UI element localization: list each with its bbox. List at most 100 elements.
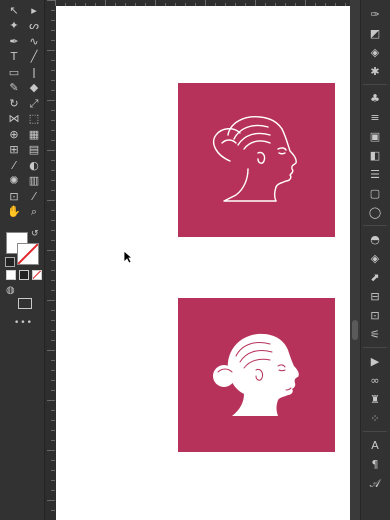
panel-separator <box>363 84 387 85</box>
perspective-grid-tool[interactable]: ▦ <box>26 126 42 142</box>
shape-builder-tool[interactable]: ⊕ <box>6 126 22 142</box>
ruler-tick <box>51 60 55 61</box>
ruler-tick <box>51 20 55 21</box>
eraser-tool[interactable]: ◆ <box>26 80 42 96</box>
stroke-swatch[interactable] <box>17 243 39 265</box>
ruler-tick <box>51 510 55 511</box>
ruler-tick <box>51 410 55 411</box>
ruler-tick <box>51 240 55 241</box>
gradient-tool[interactable]: ▤ <box>26 142 42 158</box>
appearance-icon[interactable]: ◓ <box>367 231 383 247</box>
hand-tool[interactable]: ✋ <box>6 204 22 220</box>
ruler-tick <box>47 250 55 251</box>
ruler-tick <box>51 360 55 361</box>
ruler-tick <box>51 370 55 371</box>
swap-fill-stroke-icon[interactable]: ↺ <box>31 229 39 239</box>
more-tools-button[interactable]: ••• <box>14 318 33 328</box>
shirt-icon[interactable]: ♜ <box>367 391 383 407</box>
draw-mode-icon[interactable]: ◍ <box>6 285 15 296</box>
brushes-icon[interactable]: ✱ <box>367 63 383 79</box>
ruler-tick <box>47 100 55 101</box>
shaper-tool[interactable]: ✎ <box>6 80 22 96</box>
slice-tool[interactable]: ⁄ <box>26 188 42 204</box>
ruler-tick <box>51 490 55 491</box>
eyedropper-tool[interactable]: ⁄ <box>6 157 22 173</box>
link-chain-icon[interactable]: ∞ <box>367 372 383 388</box>
ruler-tick <box>51 170 55 171</box>
lasso-tool[interactable]: ᔕ <box>26 18 42 34</box>
ruler-tick <box>51 310 55 311</box>
pen-tool[interactable]: ✒ <box>6 33 22 49</box>
artboard-tool[interactable]: ⊡ <box>6 188 22 204</box>
free-transform-tool[interactable]: ⬚ <box>26 111 42 127</box>
ruler-tick <box>47 500 55 501</box>
opentype-icon[interactable]: 𝒜 <box>367 475 383 491</box>
magic-wand-tool[interactable]: ✦ <box>6 18 22 34</box>
scale-tool[interactable]: ⤢ <box>26 95 42 111</box>
layers-icon[interactable]: ◈ <box>367 250 383 266</box>
scrollbar-thumb[interactable] <box>352 320 358 340</box>
symbols-icon[interactable]: ♣ <box>367 90 383 106</box>
zoom-tool[interactable]: ⌕ <box>26 204 42 220</box>
adjust-icon[interactable]: ⚟ <box>367 326 383 342</box>
symbol-sprayer-tool[interactable]: ✺ <box>6 173 22 189</box>
actions-icon[interactable]: ▶ <box>367 353 383 369</box>
character-icon[interactable]: A <box>367 437 383 453</box>
rotate-tool[interactable]: ↻ <box>6 95 22 111</box>
ruler-tick <box>51 460 55 461</box>
ruler-tick <box>51 290 55 291</box>
transparency-icon[interactable]: ◯ <box>367 204 383 220</box>
artboard-solid-portrait[interactable] <box>178 298 335 452</box>
ruler-tick <box>51 380 55 381</box>
rectangle-tool[interactable]: ▭ <box>6 64 22 80</box>
mesh-tool[interactable]: ⊞ <box>6 142 22 158</box>
curvature-tool[interactable]: ∿ <box>26 33 42 49</box>
artboards-icon[interactable]: ⊟ <box>367 288 383 304</box>
ruler-tick <box>47 450 55 451</box>
ruler-tick <box>51 30 55 31</box>
pathfinder-icon[interactable]: ◧ <box>367 147 383 163</box>
libraries-icon[interactable]: ◩ <box>367 25 383 41</box>
mouse-cursor-icon <box>123 250 133 264</box>
paintbrush-tool[interactable]: ǀ <box>26 64 42 80</box>
vertical-scrollbar[interactable] <box>350 0 360 520</box>
width-tool[interactable]: ⋈ <box>6 111 22 127</box>
gradient-panel-icon[interactable]: ▢ <box>367 185 383 201</box>
ruler-tick <box>51 470 55 471</box>
ruler-tick <box>51 120 55 121</box>
direct-selection-tool[interactable]: ▸ <box>26 2 42 18</box>
ruler-tick <box>51 90 55 91</box>
none-mode-icon[interactable] <box>32 270 42 280</box>
ruler-tick <box>51 80 55 81</box>
grid-dots-icon[interactable]: ⁘ <box>367 410 383 426</box>
column-graph-tool[interactable]: ▥ <box>26 173 42 189</box>
ruler-tick <box>51 10 55 11</box>
default-colors-icon[interactable] <box>5 257 15 267</box>
stroke-icon[interactable]: ☰ <box>367 166 383 182</box>
ruler-tick <box>47 300 55 301</box>
screen-mode-icon[interactable] <box>18 298 32 309</box>
links-icon[interactable]: ⊡ <box>367 307 383 323</box>
selection-tool[interactable]: ↖ <box>6 2 22 18</box>
paragraph-icon[interactable]: ¶ <box>367 456 383 472</box>
swatches-icon[interactable]: ◈ <box>367 44 383 60</box>
ruler-tick <box>51 320 55 321</box>
transform-icon[interactable]: ▣ <box>367 128 383 144</box>
panel-separator <box>363 225 387 226</box>
color-mode-icon[interactable] <box>6 270 16 280</box>
ruler-tick <box>51 260 55 261</box>
ruler-tick <box>51 110 55 111</box>
align-icon[interactable]: ≡ <box>367 109 383 125</box>
line-tool[interactable]: ╱ <box>26 49 42 65</box>
ruler-tick <box>47 350 55 351</box>
ruler-tick <box>51 480 55 481</box>
artboard-line-portrait[interactable] <box>178 83 335 237</box>
line-portrait-illustration <box>212 116 297 202</box>
export-icon[interactable]: ⬈ <box>367 269 383 285</box>
properties-icon[interactable]: ✑ <box>367 6 383 22</box>
gradient-mode-icon[interactable] <box>19 270 29 280</box>
ruler-tick <box>51 70 55 71</box>
solid-portrait-illustration <box>213 333 299 416</box>
type-tool[interactable]: T <box>6 49 22 65</box>
blend-tool[interactable]: ◐ <box>26 157 42 173</box>
